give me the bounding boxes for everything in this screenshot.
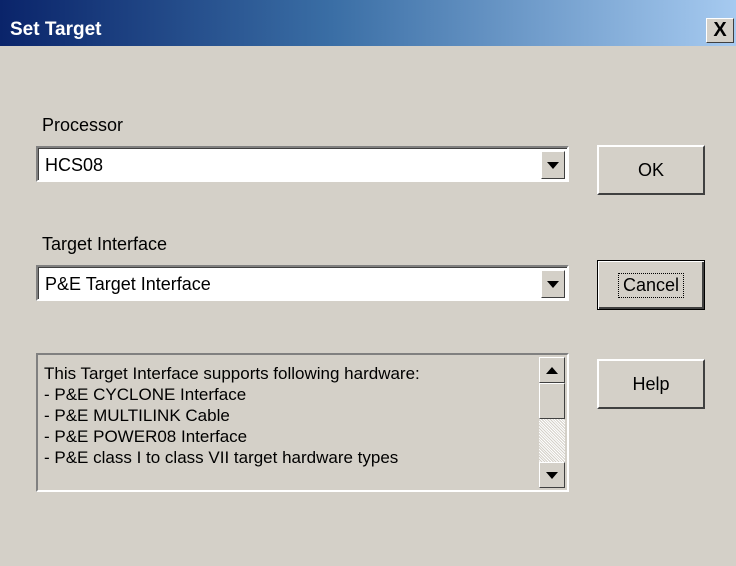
close-icon: X — [713, 19, 727, 41]
processor-dropdown-button[interactable] — [541, 151, 565, 179]
scroll-down-button[interactable] — [539, 462, 565, 488]
hardware-info-text: This Target Interface supports following… — [44, 363, 534, 468]
processor-select-inner: HCS08 — [38, 148, 567, 180]
list-item: - P&E MULTILINK Cable — [44, 406, 230, 425]
dialog-title: Set Target — [10, 19, 102, 40]
close-button[interactable]: X — [706, 18, 734, 43]
target-interface-label: Target Interface — [42, 234, 168, 254]
ok-button[interactable]: OK — [597, 145, 705, 195]
title-bar[interactable]: Set Target X — [0, 0, 736, 46]
list-item: - P&E class I to class VII target hardwa… — [44, 448, 399, 467]
help-button[interactable]: Help — [597, 359, 705, 409]
target-interface-select-inner: P&E Target Interface — [38, 267, 567, 299]
list-item: - P&E POWER08 Interface — [44, 427, 248, 446]
target-interface-dropdown-button[interactable] — [541, 270, 565, 298]
processor-select[interactable]: HCS08 — [36, 146, 569, 182]
target-interface-select[interactable]: P&E Target Interface — [36, 265, 569, 301]
scroll-up-button[interactable] — [539, 357, 565, 383]
processor-select-value: HCS08 — [45, 155, 104, 175]
cancel-button[interactable]: Cancel — [597, 260, 705, 310]
chevron-down-icon — [547, 161, 559, 169]
target-interface-select-value: P&E Target Interface — [45, 274, 211, 294]
scroll-up-arrow-icon — [546, 366, 558, 374]
list-scrollbar[interactable] — [539, 357, 565, 488]
chevron-down-icon — [547, 280, 559, 288]
help-button-label: Help — [632, 373, 670, 394]
hardware-info-list[interactable]: This Target Interface supports following… — [36, 353, 569, 492]
list-item: This Target Interface supports following… — [44, 364, 420, 383]
cancel-button-label: Cancel — [617, 272, 685, 298]
scroll-down-arrow-icon — [546, 471, 558, 479]
set-target-dialog: Set Target X Processor HCS08 OK Target I… — [0, 0, 736, 566]
list-item: - P&E CYCLONE Interface — [44, 385, 247, 404]
scroll-thumb[interactable] — [539, 383, 565, 419]
processor-label: Processor — [42, 115, 124, 135]
ok-button-label: OK — [637, 159, 664, 180]
